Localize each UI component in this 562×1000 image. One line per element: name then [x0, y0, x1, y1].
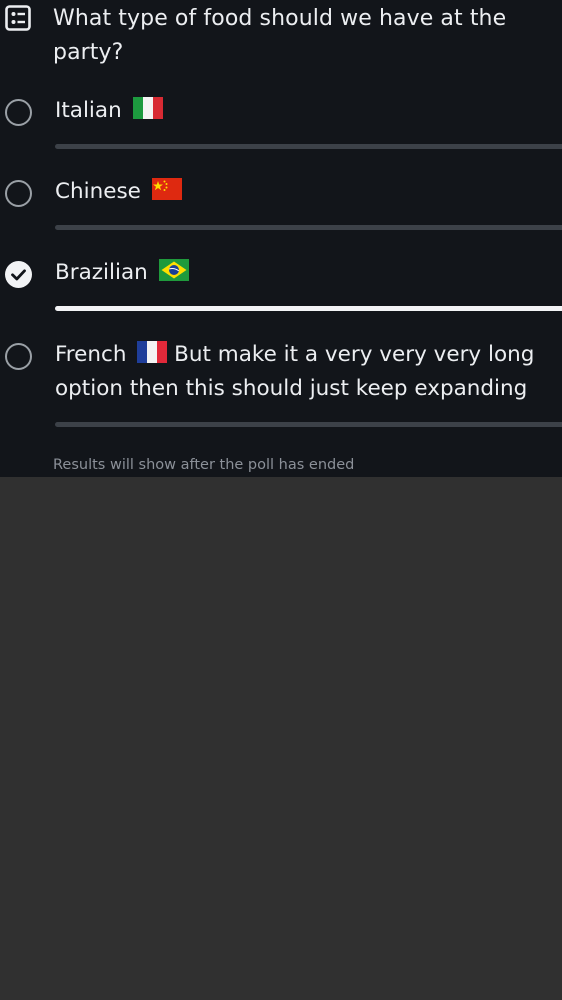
- results-note: Results will show after the poll has end…: [53, 457, 355, 473]
- radio-unchecked-icon[interactable]: [5, 180, 32, 207]
- china-flag-icon: [151, 178, 182, 200]
- option-label: Chinese: [55, 175, 560, 209]
- option-text: Italian: [55, 98, 122, 123]
- france-flag-icon: [137, 341, 168, 363]
- option-label-line2: option then this should just keep expand…: [55, 376, 528, 401]
- option-progress-bar: [55, 306, 562, 311]
- option-label: Italian: [55, 94, 560, 128]
- option-text: Brazilian: [55, 260, 148, 285]
- poll-list-icon: [5, 5, 31, 31]
- option-progress-bar: [55, 225, 562, 230]
- option-label: French But make it a very very very long: [55, 338, 560, 372]
- option-progress-bar: [55, 422, 562, 427]
- checkmark-icon: [11, 269, 26, 281]
- option-progress-bar: [55, 144, 562, 149]
- italy-flag-icon: [132, 97, 163, 119]
- radio-checked-icon[interactable]: [5, 261, 32, 288]
- radio-unchecked-icon[interactable]: [5, 343, 32, 370]
- option-text: Chinese: [55, 179, 141, 204]
- brazil-flag-icon: [158, 259, 189, 281]
- option-label: Brazilian: [55, 256, 560, 290]
- poll-card: What type of food should we have at the …: [0, 0, 562, 477]
- radio-unchecked-icon[interactable]: [5, 99, 32, 126]
- option-text-continued: But make it a very very very long: [174, 342, 535, 367]
- poll-question: What type of food should we have at the …: [53, 6, 507, 65]
- option-text: French: [55, 342, 127, 367]
